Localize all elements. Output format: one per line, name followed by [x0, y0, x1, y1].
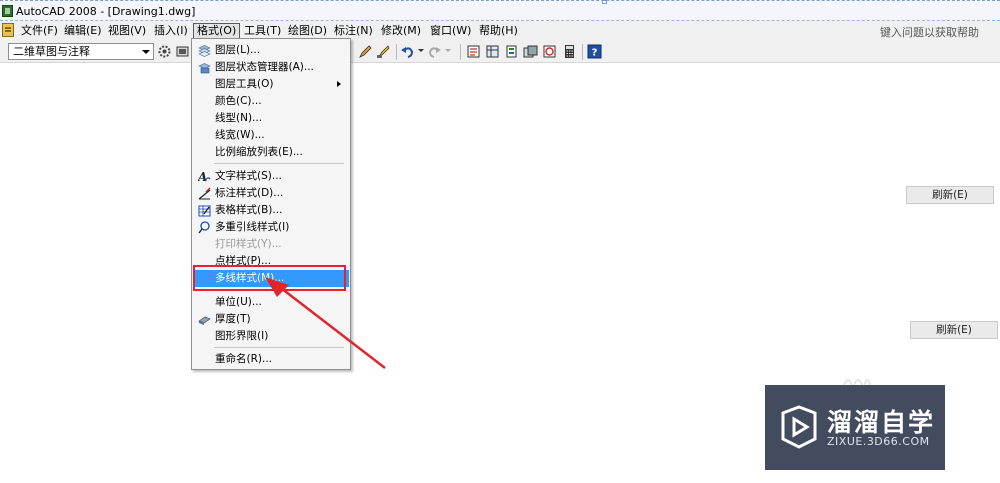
menu-item-linetype[interactable]: 线型(N)... [193, 110, 349, 127]
menu-item-layer-tools[interactable]: 图层工具(O) [193, 76, 349, 93]
menu-item-table-style[interactable]: 表格样式(B)... [193, 202, 349, 219]
menu-tools[interactable]: 工具(T) [241, 23, 284, 39]
menu-item-plot-style: 打印样式(Y)... [193, 236, 349, 253]
window-title: AutoCAD 2008 - [Drawing1.dwg] [16, 5, 196, 18]
layers-icon [198, 45, 211, 57]
refresh-button[interactable]: 刷新(E) [906, 186, 994, 204]
menu-item-mleader-style[interactable]: 多重引线样式(I) [193, 219, 349, 236]
workspaces-toolbar: 二维草图与注释 ? [0, 41, 1000, 63]
menu-item-label: 线宽(W)... [215, 129, 265, 141]
design-center-icon[interactable] [485, 44, 500, 59]
menu-help[interactable]: 帮助(H) [476, 23, 521, 39]
help-search-input[interactable]: 键入问题以获取帮助 [880, 24, 979, 40]
chevron-down-icon[interactable] [142, 50, 150, 54]
menu-file[interactable]: 文件(F) [18, 23, 61, 39]
menu-modify[interactable]: 修改(M) [378, 23, 424, 39]
menu-item-color[interactable]: 颜色(C)... [193, 93, 349, 110]
menu-item-label: 颜色(C)... [215, 95, 262, 107]
watermark: 溜溜自学 ZIXUE.3D66.COM [765, 385, 945, 470]
redo-icon[interactable] [427, 44, 442, 59]
help-icon[interactable]: ? [587, 44, 602, 59]
play-logo-icon [781, 405, 817, 449]
table-style-icon [198, 205, 211, 217]
sheet-set-icon[interactable] [523, 44, 538, 59]
autocad-app-icon [2, 5, 13, 17]
menu-item-lineweight[interactable]: 线宽(W)... [193, 127, 349, 144]
layer-icon[interactable] [175, 44, 190, 59]
menu-item-label: 线型(N)... [215, 112, 263, 124]
menu-insert[interactable]: 插入(I) [151, 23, 191, 39]
menu-item-layer[interactable]: 图层(L)... [193, 42, 349, 59]
watermark-url: ZIXUE.3D66.COM [827, 435, 930, 448]
redo-dropdown-icon[interactable] [445, 49, 451, 52]
calculator-icon[interactable] [562, 44, 577, 59]
properties-icon[interactable] [466, 44, 481, 59]
menu-item-scale-list[interactable]: 比例缩放列表(E)... [193, 144, 349, 161]
menu-item-label: 多重引线样式(I) [215, 221, 290, 233]
menu-dimension[interactable]: 标注(N) [331, 23, 376, 39]
resize-grip[interactable] [602, 0, 607, 4]
tool-palette-icon[interactable] [504, 44, 519, 59]
menu-item-label: 图层工具(O) [215, 78, 274, 90]
menu-edit[interactable]: 编辑(E) [61, 23, 105, 39]
toolbar-separator [460, 44, 461, 60]
workspace-select-value: 二维草图与注释 [13, 45, 90, 58]
mleader-style-icon [198, 221, 210, 234]
menu-item-layer-state-manager[interactable]: 图层状态管理器(A)... [193, 59, 349, 76]
layer-state-icon [198, 63, 211, 74]
markup-icon[interactable] [542, 44, 557, 59]
workspace-settings-icon[interactable] [157, 44, 172, 59]
menu-item-label: 图层状态管理器(A)... [215, 61, 314, 73]
title-bar: AutoCAD 2008 - [Drawing1.dwg] [0, 0, 1000, 21]
text-style-icon: A [198, 170, 211, 183]
toolbar-separator [582, 44, 583, 60]
menu-item-text-style[interactable]: A 文字样式(S)... [193, 168, 349, 185]
undo-dropdown-icon[interactable] [418, 49, 424, 52]
callout-arrow-icon [265, 277, 386, 369]
menu-item-label: 比例缩放列表(E)... [215, 146, 303, 158]
menu-view[interactable]: 视图(V) [105, 23, 149, 39]
svg-text:?: ? [592, 48, 598, 59]
pencil-icon[interactable] [358, 44, 373, 59]
menu-item-label: 表格样式(B)... [215, 204, 283, 216]
menu-draw[interactable]: 绘图(D) [285, 23, 330, 39]
menu-item-dimension-style[interactable]: 标注样式(D)... [193, 185, 349, 202]
watermark-brand: 溜溜自学 [827, 408, 936, 437]
document-icon[interactable] [2, 23, 14, 37]
thickness-icon [198, 316, 211, 325]
menu-item-label: 标注样式(D)... [215, 187, 284, 199]
menu-bar: 文件(F) 编辑(E) 视图(V) 插入(I) 格式(O) 工具(T) 绘图(D… [0, 21, 1000, 41]
menu-item-label: 厚度(T) [215, 313, 251, 325]
svg-text:A: A [198, 170, 207, 183]
menu-window[interactable]: 窗口(W) [427, 23, 474, 39]
match-properties-icon[interactable] [376, 44, 391, 59]
menu-separator [214, 163, 344, 164]
autocad-window: AutoCAD 2008 - [Drawing1.dwg] 文件(F) 编辑(E… [0, 0, 1000, 483]
submenu-arrow-icon [337, 81, 341, 87]
menu-item-label: 图层(L)... [215, 44, 261, 56]
workspace-select[interactable]: 二维草图与注释 [8, 43, 154, 60]
menu-item-label: 打印样式(Y)... [215, 238, 282, 250]
undo-icon[interactable] [400, 44, 415, 59]
dimension-style-icon [198, 187, 211, 200]
toolbar-separator [396, 44, 397, 60]
refresh-button[interactable]: 刷新(E) [910, 321, 998, 339]
menu-item-label: 文字样式(S)... [215, 170, 282, 182]
menu-format[interactable]: 格式(O) [193, 23, 241, 39]
